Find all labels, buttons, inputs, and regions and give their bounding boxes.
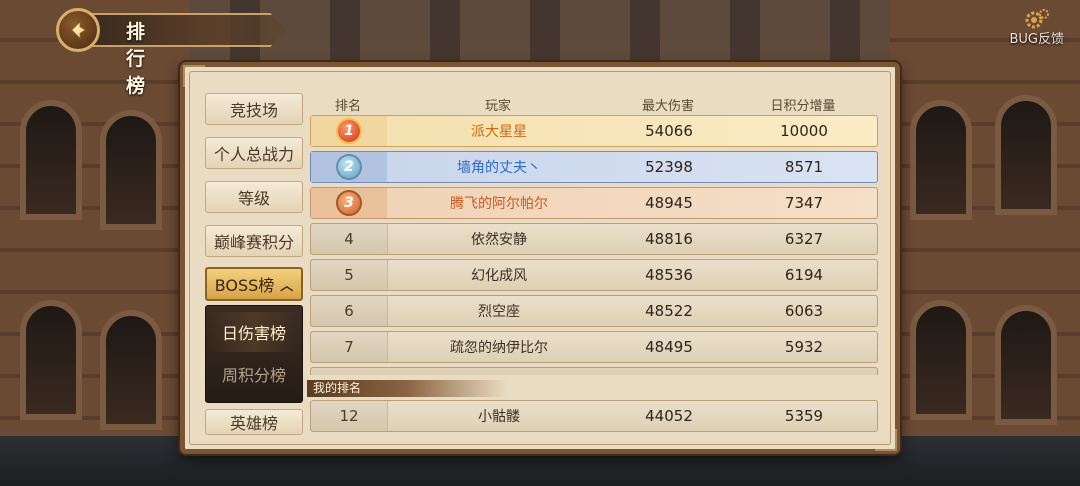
- player-name: 幻化成风: [471, 268, 527, 284]
- leaderboard-panel: 竞技场 个人总战力 等级 巅峰赛积分 BOSS榜 ︿ 日伤害榜 周积分榜 英雄榜…: [180, 62, 900, 454]
- rank-cell: 3: [311, 188, 387, 218]
- rank-cell: 1: [311, 116, 387, 146]
- table-row[interactable]: 5 幻化成风 48536 6194: [310, 259, 878, 291]
- menu-item-label: BOSS榜: [214, 276, 275, 295]
- menu-item-peak-score[interactable]: 巅峰赛积分: [205, 225, 303, 257]
- panel-corner-decoration: [875, 429, 897, 451]
- player-name: 依然安静: [471, 232, 527, 248]
- table-row[interactable]: 4 依然安静 48816 6327: [310, 223, 878, 255]
- menu-item-level[interactable]: 等级: [205, 181, 303, 213]
- max-damage: 54066: [645, 122, 693, 140]
- menu-item-label: 等级: [237, 189, 270, 208]
- column-header-player: 玩家: [484, 99, 512, 114]
- player-name: 小骷髅: [478, 409, 520, 425]
- submenu-daily-damage[interactable]: 日伤害榜: [206, 312, 302, 352]
- chevron-up-icon: ︿: [280, 278, 294, 294]
- table-row[interactable]: 2 墙角的丈夫丶 52398 8571: [310, 151, 878, 183]
- menu-item-boss[interactable]: BOSS榜 ︿: [205, 267, 303, 301]
- player-name: 疏忽的纳伊比尔: [450, 340, 548, 356]
- daily-points: 7347: [784, 194, 824, 212]
- arch: [995, 95, 1057, 215]
- table-row[interactable]: 7 疏忽的纳伊比尔 48495 5932: [310, 331, 878, 363]
- player-name: 派大星星: [471, 124, 527, 140]
- rank-cell: 7: [311, 332, 388, 362]
- daily-points: 6327: [784, 230, 824, 248]
- bug-report-button[interactable]: BUG反馈: [992, 8, 1064, 47]
- player-name: 烈空座: [478, 304, 520, 320]
- menu-item-label: 英雄榜: [229, 414, 278, 433]
- menu-item-total-power[interactable]: 个人总战力: [205, 137, 303, 169]
- table-header: 排名 玩家 最大伤害 日积分增量: [310, 93, 888, 114]
- gold-medal-icon: 1: [336, 118, 362, 144]
- table-row[interactable]: 1 派大星星 54066 10000: [310, 115, 878, 147]
- silver-medal-icon: 2: [336, 154, 362, 180]
- rank-cell: 4: [311, 224, 388, 254]
- rank-cell: 12: [311, 401, 388, 431]
- column-header-daily-points: 日积分增量: [770, 99, 836, 114]
- table-row[interactable]: 6 烈空座 48522 6063: [310, 295, 878, 327]
- daily-points: 5359: [784, 407, 824, 425]
- column-header-rank: 排名: [334, 99, 362, 114]
- daily-points: 5932: [784, 338, 824, 356]
- max-damage: 48816: [645, 230, 693, 248]
- gear-icon: [1025, 9, 1049, 29]
- my-rank-label: 我的排名: [307, 380, 507, 397]
- menu-item-label: 竞技场: [229, 101, 278, 120]
- menu-item-hero[interactable]: 英雄榜: [205, 409, 303, 435]
- menu-item-label: 巅峰赛积分: [213, 233, 294, 252]
- page-title: 排行榜: [126, 21, 148, 97]
- max-damage: 48522: [645, 302, 693, 320]
- max-damage: 48945: [645, 194, 693, 212]
- panel-corner-decoration: [183, 65, 205, 87]
- back-button[interactable]: [56, 8, 100, 52]
- player-name: 墙角的丈夫丶: [457, 160, 541, 176]
- arch: [910, 100, 972, 220]
- boss-submenu: 日伤害榜 周积分榜: [205, 305, 303, 403]
- arch: [20, 300, 82, 420]
- table-row[interactable]: 3 腾飞的阿尔帕尔 48945 7347: [310, 187, 878, 219]
- arch: [910, 300, 972, 420]
- max-damage: 44052: [645, 407, 693, 425]
- rank-cell: 2: [311, 152, 387, 182]
- back-arrow-icon: [70, 20, 87, 40]
- bug-report-label: BUG反馈: [1009, 32, 1064, 47]
- rank-cell: 6: [311, 296, 388, 326]
- arch: [995, 305, 1057, 425]
- menu-item-label: 个人总战力: [213, 145, 294, 164]
- submenu-weekly-points[interactable]: 周积分榜: [206, 354, 302, 394]
- player-name: 腾飞的阿尔帕尔: [450, 196, 548, 212]
- daily-points: 6063: [784, 302, 824, 320]
- my-rank-row[interactable]: 12 小骷髅 44052 5359: [310, 400, 878, 432]
- daily-points: 10000: [780, 122, 828, 140]
- menu-item-arena[interactable]: 竞技场: [205, 93, 303, 125]
- title-banner: [90, 13, 286, 47]
- daily-points: 6194: [784, 266, 824, 284]
- max-damage: 52398: [645, 158, 693, 176]
- rank-cell: 5: [311, 260, 388, 290]
- arch: [100, 310, 162, 430]
- max-damage: 48495: [645, 338, 693, 356]
- arch: [100, 110, 162, 230]
- table-row-partial: [310, 367, 878, 375]
- max-damage: 48536: [645, 266, 693, 284]
- bronze-medal-icon: 3: [336, 190, 362, 216]
- column-header-max-damage: 最大伤害: [641, 99, 695, 114]
- daily-points: 8571: [784, 158, 824, 176]
- arch: [20, 100, 82, 220]
